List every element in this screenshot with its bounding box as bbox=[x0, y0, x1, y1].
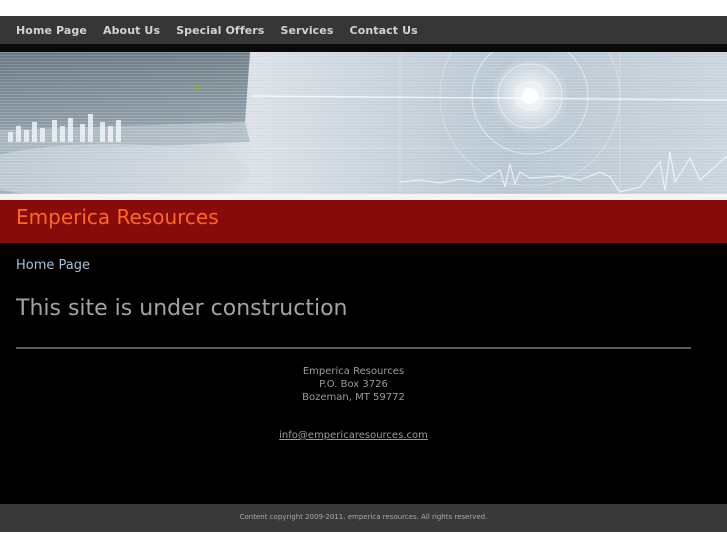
nav-home-page[interactable]: Home Page bbox=[16, 24, 87, 37]
contact-email: info@empericaresources.com bbox=[0, 430, 707, 441]
site-title: Emperica Resources bbox=[16, 205, 219, 229]
email-link[interactable]: info@empericaresources.com bbox=[279, 430, 428, 441]
top-nav: Home Page About Us Special Offers Servic… bbox=[0, 16, 727, 44]
address-line-po-box: P.O. Box 3726 bbox=[319, 379, 388, 390]
address-line-city: Bozeman, MT 59772 bbox=[302, 392, 405, 403]
site-title-bar: Emperica Resources bbox=[0, 200, 727, 243]
contact-address: Emperica Resources P.O. Box 3726 Bozeman… bbox=[0, 365, 707, 404]
nav-about-us[interactable]: About Us bbox=[103, 24, 160, 37]
nav-contact-us[interactable]: Contact Us bbox=[350, 24, 418, 37]
content-divider bbox=[16, 347, 691, 349]
address-line-company: Emperica Resources bbox=[302, 366, 405, 377]
main-content: Home Page This site is under constructio… bbox=[0, 243, 727, 504]
nav-special-offers[interactable]: Special Offers bbox=[176, 24, 264, 37]
header-banner-image bbox=[0, 52, 727, 194]
page-heading: This site is under construction bbox=[16, 296, 348, 321]
page: Home Page About Us Special Offers Servic… bbox=[0, 0, 727, 545]
nav-separator bbox=[0, 44, 727, 52]
footer: Content copyright 2009-2011. emperica re… bbox=[0, 504, 727, 532]
breadcrumb: Home Page bbox=[16, 258, 90, 273]
nav-services[interactable]: Services bbox=[280, 24, 333, 37]
copyright-text: Content copyright 2009-2011. emperica re… bbox=[239, 513, 488, 521]
